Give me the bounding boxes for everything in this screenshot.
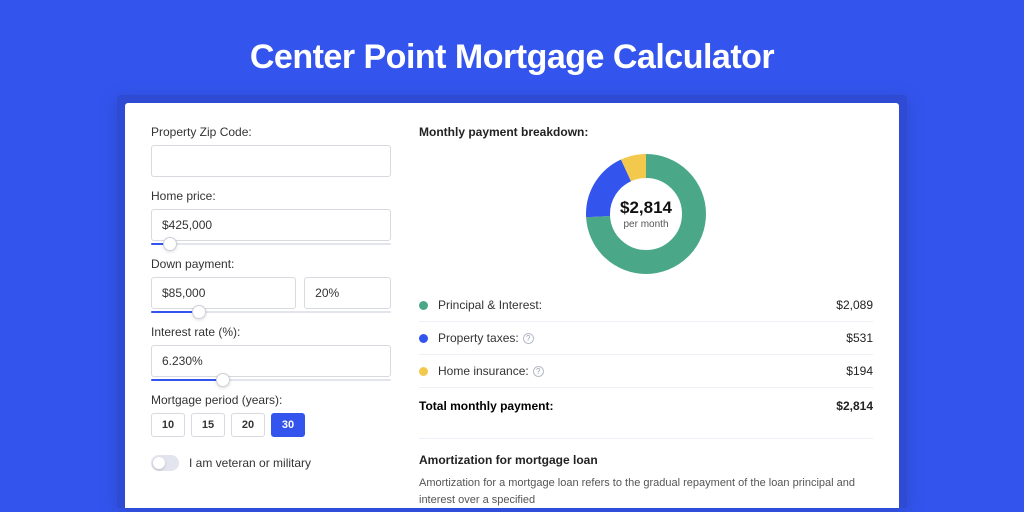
period-field: Mortgage period (years): 10152030 [151,393,391,437]
page-title: Center Point Mortgage Calculator [0,38,1024,77]
legend: Principal & Interest: $2,089 Property taxe… [419,289,873,388]
breakdown-column: Monthly payment breakdown: $2,814 per mo… [419,125,873,508]
period-label: Mortgage period (years): [151,393,391,407]
period-option-30[interactable]: 30 [271,413,305,437]
legend-dot-icon [419,367,428,376]
home-price-slider-thumb[interactable] [163,237,177,251]
amortization-text: Amortization for a mortgage loan refers … [419,475,873,508]
legend-value: $531 [846,331,873,345]
total-row: Total monthly payment: $2,814 [419,388,873,424]
legend-label: Property taxes: [438,331,519,345]
legend-value: $194 [846,364,873,378]
total-label: Total monthly payment: [419,399,553,413]
donut-sub: per month [623,219,668,230]
hero: Center Point Mortgage Calculator [0,0,1024,95]
interest-field: Interest rate (%): [151,325,391,381]
period-option-20[interactable]: 20 [231,413,265,437]
veteran-row: I am veteran or military [151,455,391,471]
calculator-card-wrap: Property Zip Code: Home price: Down paym… [117,95,907,508]
period-option-15[interactable]: 15 [191,413,225,437]
legend-label: Principal & Interest: [438,298,542,312]
total-value: $2,814 [836,399,873,413]
form-column: Property Zip Code: Home price: Down paym… [151,125,391,508]
interest-slider-thumb[interactable] [216,373,230,387]
home-price-slider[interactable] [151,243,391,245]
donut-amount: $2,814 [620,198,672,218]
calculator-card: Property Zip Code: Home price: Down paym… [125,103,899,508]
down-payment-label: Down payment: [151,257,391,271]
zip-field: Property Zip Code: [151,125,391,177]
zip-label: Property Zip Code: [151,125,391,139]
period-options: 10152030 [151,413,391,437]
donut-chart-wrap: $2,814 per month [419,147,873,289]
legend-row: Principal & Interest: $2,089 [419,289,873,322]
breakdown-title: Monthly payment breakdown: [419,125,873,139]
down-payment-amount-input[interactable] [151,277,296,309]
down-payment-field: Down payment: [151,257,391,313]
home-price-input[interactable] [151,209,391,241]
down-payment-slider[interactable] [151,311,391,313]
amortization-title: Amortization for mortgage loan [419,453,873,467]
legend-dot-icon [419,301,428,310]
amortization-section: Amortization for mortgage loan Amortizat… [419,438,873,508]
legend-row: Home insurance:? $194 [419,355,873,388]
interest-input[interactable] [151,345,391,377]
veteran-label: I am veteran or military [189,456,311,470]
home-price-field: Home price: [151,189,391,245]
down-payment-pct-input[interactable] [304,277,391,309]
veteran-toggle[interactable] [151,455,179,471]
info-icon[interactable]: ? [533,366,544,377]
legend-value: $2,089 [836,298,873,312]
period-option-10[interactable]: 10 [151,413,185,437]
legend-label: Home insurance: [438,364,529,378]
down-payment-slider-thumb[interactable] [192,305,206,319]
interest-slider[interactable] [151,379,391,381]
legend-dot-icon [419,334,428,343]
interest-slider-fill [151,379,223,381]
interest-label: Interest rate (%): [151,325,391,339]
home-price-label: Home price: [151,189,391,203]
zip-input[interactable] [151,145,391,177]
info-icon[interactable]: ? [523,333,534,344]
donut-center: $2,814 per month [585,153,707,275]
legend-row: Property taxes:? $531 [419,322,873,355]
donut-chart: $2,814 per month [585,153,707,275]
